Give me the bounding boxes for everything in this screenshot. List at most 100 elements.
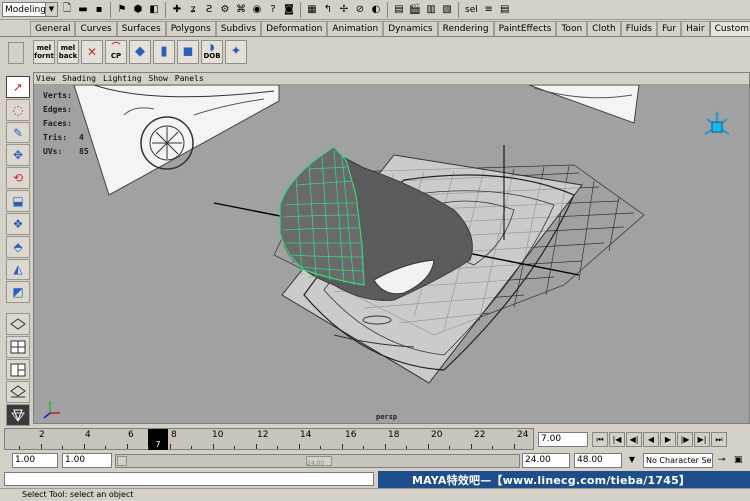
- tab-curves[interactable]: Curves: [75, 21, 117, 36]
- tab-fur[interactable]: Fur: [656, 21, 682, 36]
- hud-label: Edges:: [43, 105, 72, 114]
- layout-single-button[interactable]: [6, 313, 30, 335]
- play-forwards-button[interactable]: ▶: [660, 432, 676, 447]
- mel-back-button[interactable]: mel back: [57, 40, 79, 64]
- shelf-tool-7-button[interactable]: ◼: [177, 40, 199, 64]
- shelf-tool-9-button[interactable]: ✦: [225, 40, 247, 64]
- last-tool-button[interactable]: ◩: [6, 281, 30, 304]
- layout-two-button[interactable]: [6, 358, 30, 381]
- layout-persp-outliner-button[interactable]: [6, 381, 30, 404]
- layout-four-button[interactable]: [6, 335, 30, 358]
- select-component-icon[interactable]: ◧: [147, 3, 161, 17]
- step-back-frame-button[interactable]: ◀|: [626, 432, 642, 447]
- snap-curve-icon[interactable]: ↰: [321, 3, 335, 17]
- menu-view[interactable]: View: [36, 74, 55, 83]
- soft-mod-tool-button[interactable]: ⬘: [6, 235, 30, 258]
- perspective-viewport[interactable]: Verts: Edges: Faces: Tris: 4 UVs: 85 persp: [34, 85, 749, 423]
- go-to-end-button[interactable]: ⏭: [711, 432, 727, 447]
- animation-start-field[interactable]: 1.00: [12, 453, 58, 468]
- menu-show[interactable]: Show: [149, 74, 168, 83]
- snap-grid-icon[interactable]: ▦: [305, 3, 319, 17]
- tab-cloth[interactable]: Cloth: [587, 21, 621, 36]
- menu-shading[interactable]: Shading: [62, 74, 96, 83]
- surface-mask-icon[interactable]: Ƨ: [202, 3, 216, 17]
- shelf-tool-6-button[interactable]: ▮: [153, 40, 175, 64]
- play-backwards-button[interactable]: ◀: [643, 432, 659, 447]
- tab-fluids[interactable]: Fluids: [620, 21, 657, 36]
- lock-icon[interactable]: ◙: [282, 3, 296, 17]
- save-scene-icon[interactable]: ▪: [92, 3, 106, 17]
- mel-front-button[interactable]: mel fornt: [33, 40, 55, 64]
- curve-tool-button[interactable]: ✕: [81, 40, 103, 64]
- menu-lighting[interactable]: Lighting: [103, 74, 142, 83]
- step-forward-frame-button[interactable]: |▶: [677, 432, 693, 447]
- menu-panels[interactable]: Panels: [175, 74, 204, 83]
- deform-mask-icon[interactable]: ⚙: [218, 3, 232, 17]
- character-set-field[interactable]: No Character Set: [643, 453, 713, 468]
- select-object-icon[interactable]: ⬢: [131, 3, 145, 17]
- tick-mark: [363, 446, 364, 449]
- new-scene-icon[interactable]: 🗋: [60, 3, 74, 17]
- tab-toon[interactable]: Toon: [556, 21, 588, 36]
- tick-mark: [470, 444, 472, 449]
- lasso-tool-button[interactable]: ◌: [6, 98, 30, 121]
- selection-input[interactable]: sel: [463, 5, 480, 15]
- character-set-dropdown-icon[interactable]: ▼: [625, 455, 639, 467]
- time-slider[interactable]: 2 4 6 8 10 12 14 16 18 20 22 24 7: [4, 428, 534, 450]
- step-forward-key-button[interactable]: ▶|: [694, 432, 710, 447]
- cp-curve-button[interactable]: ⌒ CP: [105, 40, 127, 64]
- curve-mask-icon[interactable]: ʑ: [186, 3, 200, 17]
- tab-surfaces[interactable]: Surfaces: [116, 21, 166, 36]
- shelf-tool-5-button[interactable]: ◆: [129, 40, 151, 64]
- history-icon[interactable]: ▤: [392, 3, 406, 17]
- tab-painteffects[interactable]: PaintEffects: [493, 21, 557, 36]
- tab-hair[interactable]: Hair: [681, 21, 710, 36]
- snap-plane-icon[interactable]: ⊘: [353, 3, 367, 17]
- make-live-icon[interactable]: ◐: [369, 3, 383, 17]
- playback-end-field[interactable]: 24.00: [522, 453, 570, 468]
- dob-button[interactable]: ◗ DOB: [201, 40, 223, 64]
- move-tool-button[interactable]: ✥: [6, 144, 30, 167]
- tab-custom[interactable]: Custom: [709, 21, 750, 36]
- layout-hypershade-button[interactable]: [6, 404, 30, 427]
- ipr-render-icon[interactable]: ▥: [424, 3, 438, 17]
- current-time-field[interactable]: 7.00: [538, 432, 588, 447]
- manipulator-tool-button[interactable]: ❖: [6, 212, 30, 235]
- playback-start-field[interactable]: 1.00: [62, 453, 112, 468]
- range-slider[interactable]: 24.00: [115, 454, 520, 468]
- menu-set-dropdown[interactable]: Modeling ▼: [2, 2, 58, 17]
- range-start-handle[interactable]: [117, 456, 127, 466]
- snap-point-icon[interactable]: ✢: [337, 3, 351, 17]
- misc-mask-icon[interactable]: ?: [266, 3, 280, 17]
- tab-animation[interactable]: Animation: [327, 21, 384, 36]
- dynamics-mask-icon[interactable]: ⌘: [234, 3, 248, 17]
- go-to-start-button[interactable]: ⏮: [592, 432, 608, 447]
- select-tool-button[interactable]: ➚: [6, 76, 30, 98]
- shelf-button-bottom: CP: [110, 52, 122, 60]
- tab-deformation[interactable]: Deformation: [261, 21, 328, 36]
- channel-box-icon[interactable]: ▤: [498, 3, 512, 17]
- tab-dynamics[interactable]: Dynamics: [383, 21, 438, 36]
- rotate-tool-button[interactable]: ⟲: [6, 167, 30, 190]
- tab-polygons[interactable]: Polygons: [165, 21, 216, 36]
- open-scene-icon[interactable]: ▬: [76, 3, 90, 17]
- anim-prefs-icon[interactable]: ▣: [734, 455, 743, 465]
- render-settings-icon[interactable]: ▧: [440, 3, 454, 17]
- current-frame-marker[interactable]: 7: [148, 429, 168, 450]
- tab-subdivs[interactable]: Subdivs: [215, 21, 262, 36]
- mask-icon[interactable]: ✚: [170, 3, 184, 17]
- options-icon[interactable]: ≡: [482, 3, 496, 17]
- show-manipulator-tool-button[interactable]: ◭: [6, 258, 30, 281]
- command-line-input[interactable]: [4, 472, 374, 486]
- animation-end-field[interactable]: 48.00: [574, 453, 622, 468]
- render-mask-icon[interactable]: ◉: [250, 3, 264, 17]
- step-back-key-button[interactable]: |◀: [609, 432, 625, 447]
- scale-tool-button[interactable]: ⬓: [6, 190, 30, 212]
- key-icon[interactable]: ⊸: [718, 455, 726, 465]
- select-hierarchy-icon[interactable]: ⚑: [115, 3, 129, 17]
- paint-select-tool-button[interactable]: ✎: [6, 121, 30, 144]
- render-icon[interactable]: 🎬: [408, 3, 422, 17]
- tab-rendering[interactable]: Rendering: [437, 21, 494, 36]
- tab-general[interactable]: General: [30, 21, 76, 36]
- range-end-handle[interactable]: 24.00: [306, 456, 332, 467]
